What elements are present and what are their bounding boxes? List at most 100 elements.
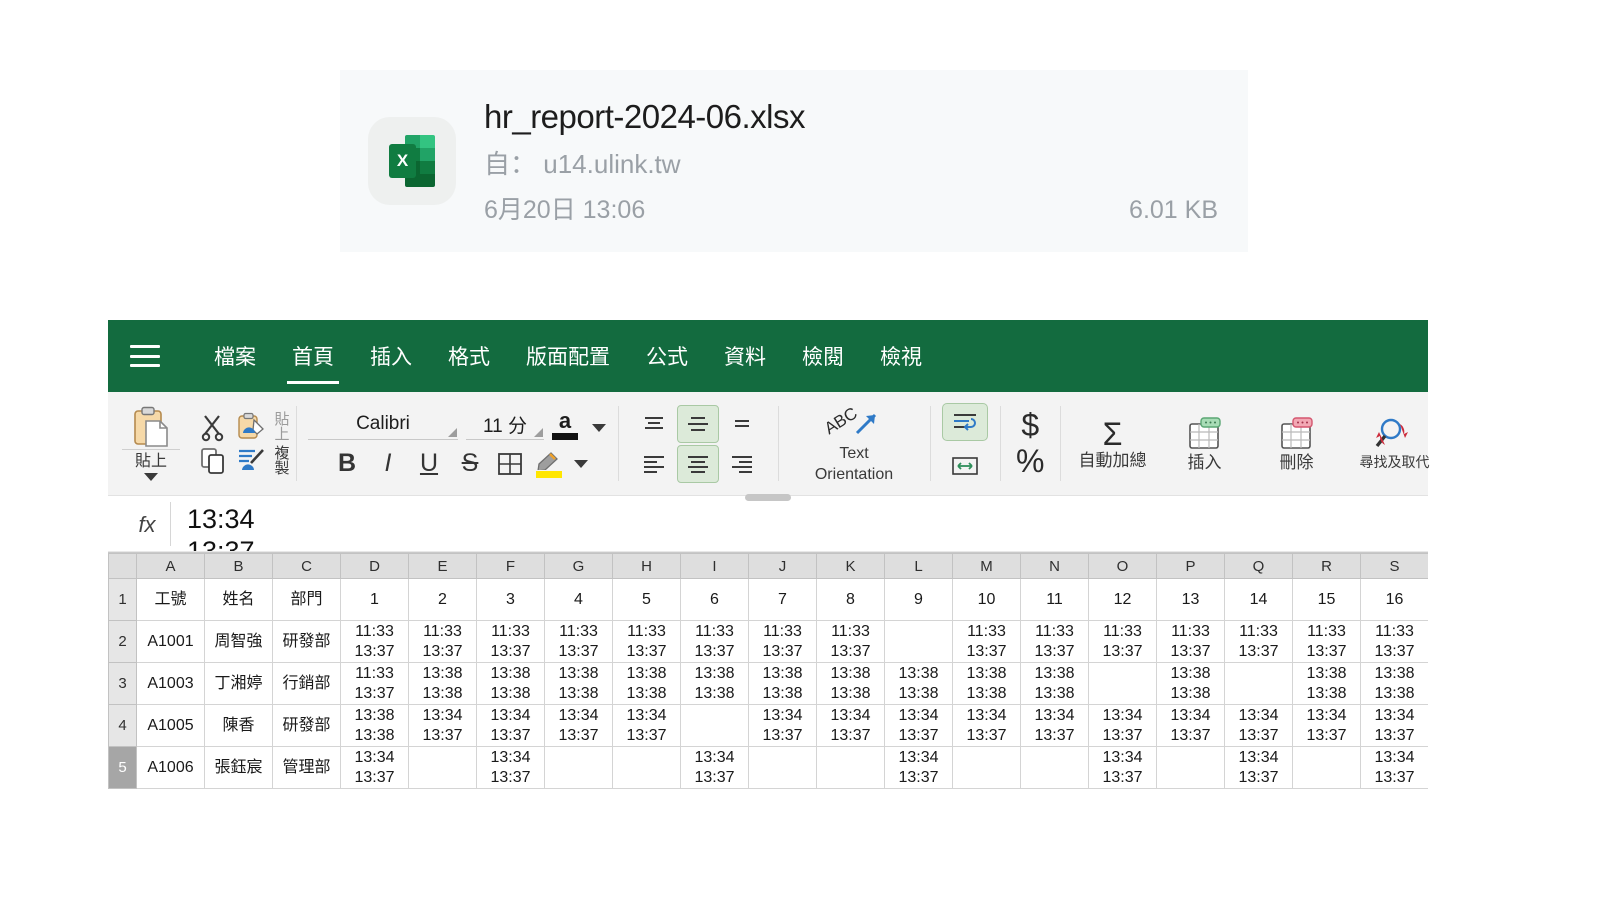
cell-G2[interactable]: 11:33 13:37 bbox=[544, 620, 613, 663]
row-header-4[interactable]: 4 bbox=[108, 704, 137, 747]
cell-C5[interactable]: 管理部 bbox=[272, 746, 341, 789]
format-painter-button[interactable]: 複製 bbox=[236, 446, 290, 476]
column-header-n[interactable]: N bbox=[1020, 553, 1089, 579]
cell-O5[interactable]: 13:34 13:37 bbox=[1088, 746, 1157, 789]
cell-C3[interactable]: 行銷部 bbox=[272, 662, 341, 705]
cell-A1[interactable]: 工號 bbox=[136, 578, 205, 621]
align-left-icon[interactable] bbox=[633, 445, 675, 483]
menu-item-view[interactable]: 檢視 bbox=[862, 320, 940, 392]
menu-icon[interactable] bbox=[130, 345, 160, 367]
cell-E5[interactable] bbox=[408, 746, 477, 789]
cell-N4[interactable]: 13:34 13:37 bbox=[1020, 704, 1089, 747]
cell-S3[interactable]: 13:38 13:38 bbox=[1360, 662, 1428, 705]
underline-button[interactable]: U bbox=[414, 451, 444, 476]
cell-A5[interactable]: A1006 bbox=[136, 746, 205, 789]
column-header-c[interactable]: C bbox=[272, 553, 341, 579]
column-header-q[interactable]: Q bbox=[1224, 553, 1293, 579]
cell-B5[interactable]: 張鈺宸 bbox=[204, 746, 273, 789]
cell-A4[interactable]: A1005 bbox=[136, 704, 205, 747]
row-header-5[interactable]: 5 bbox=[108, 746, 137, 789]
cell-I4[interactable] bbox=[680, 704, 749, 747]
cell-I3[interactable]: 13:38 13:38 bbox=[680, 662, 749, 705]
text-orientation-button[interactable]: ABC Text Orientation bbox=[794, 401, 914, 486]
cell-Q5[interactable]: 13:34 13:37 bbox=[1224, 746, 1293, 789]
cell-P3[interactable]: 13:38 13:38 bbox=[1156, 662, 1225, 705]
cell-M2[interactable]: 11:33 13:37 bbox=[952, 620, 1021, 663]
fx-icon[interactable]: fx bbox=[126, 502, 168, 538]
align-bottom-icon[interactable] bbox=[721, 405, 763, 443]
cell-D1[interactable]: 1 bbox=[340, 578, 409, 621]
column-header-e[interactable]: E bbox=[408, 553, 477, 579]
currency-format-button[interactable]: $ bbox=[1021, 408, 1039, 443]
cell-S1[interactable]: 16 bbox=[1360, 578, 1428, 621]
highlight-chevron-down-icon[interactable] bbox=[574, 459, 588, 468]
column-header-o[interactable]: O bbox=[1088, 553, 1157, 579]
cell-K2[interactable]: 11:33 13:37 bbox=[816, 620, 885, 663]
cell-J5[interactable] bbox=[748, 746, 817, 789]
cell-K4[interactable]: 13:34 13:37 bbox=[816, 704, 885, 747]
file-share-card[interactable]: X hr_report-2024-06.xlsx 自： u14.ulink.tw… bbox=[340, 70, 1248, 252]
cell-F2[interactable]: 11:33 13:37 bbox=[476, 620, 545, 663]
menu-item-format[interactable]: 格式 bbox=[430, 320, 508, 392]
cell-L1[interactable]: 9 bbox=[884, 578, 953, 621]
cell-R1[interactable]: 15 bbox=[1292, 578, 1361, 621]
menu-item-review[interactable]: 檢閱 bbox=[784, 320, 862, 392]
cell-P1[interactable]: 13 bbox=[1156, 578, 1225, 621]
cell-B1[interactable]: 姓名 bbox=[204, 578, 273, 621]
column-header-r[interactable]: R bbox=[1292, 553, 1361, 579]
find-replace-button[interactable]: 尋找及取代 bbox=[1342, 415, 1446, 472]
spreadsheet-grid[interactable]: ABCDEFGHIJKLMNOPQRS 1 工號 姓名 部門 1 2 3 4 5 6 7 8 9 10 11… bbox=[108, 552, 1428, 796]
cell-M3[interactable]: 13:38 13:38 bbox=[952, 662, 1021, 705]
cell-D3[interactable]: 11:33 13:37 bbox=[340, 662, 409, 705]
italic-button[interactable]: I bbox=[373, 451, 403, 476]
cell-R4[interactable]: 13:34 13:37 bbox=[1292, 704, 1361, 747]
cell-J2[interactable]: 11:33 13:37 bbox=[748, 620, 817, 663]
cell-C4[interactable]: 研發部 bbox=[272, 704, 341, 747]
cell-H3[interactable]: 13:38 13:38 bbox=[612, 662, 681, 705]
cell-E4[interactable]: 13:34 13:37 bbox=[408, 704, 477, 747]
cell-N3[interactable]: 13:38 13:38 bbox=[1020, 662, 1089, 705]
autosum-button[interactable]: Σ 自動加總 bbox=[1066, 416, 1158, 472]
font-color-chevron-down-icon[interactable] bbox=[592, 423, 606, 432]
column-header-m[interactable]: M bbox=[952, 553, 1021, 579]
cell-I5[interactable]: 13:34 13:37 bbox=[680, 746, 749, 789]
font-family-select[interactable]: Calibri bbox=[308, 410, 458, 440]
cell-K5[interactable] bbox=[816, 746, 885, 789]
column-header-b[interactable]: B bbox=[204, 553, 273, 579]
cell-P2[interactable]: 11:33 13:37 bbox=[1156, 620, 1225, 663]
menu-item-data[interactable]: 資料 bbox=[706, 320, 784, 392]
cell-H4[interactable]: 13:34 13:37 bbox=[612, 704, 681, 747]
menu-item-page-layout[interactable]: 版面配置 bbox=[508, 320, 628, 392]
cell-J1[interactable]: 7 bbox=[748, 578, 817, 621]
cell-M5[interactable] bbox=[952, 746, 1021, 789]
chevron-down-icon[interactable] bbox=[144, 473, 158, 482]
cell-Q4[interactable]: 13:34 13:37 bbox=[1224, 704, 1293, 747]
table-row[interactable]: 1 工號 姓名 部門 1 2 3 4 5 6 7 8 9 10 11 12 13 14 15 16 bbox=[108, 578, 1428, 621]
cell-O1[interactable]: 12 bbox=[1088, 578, 1157, 621]
cell-E3[interactable]: 13:38 13:38 bbox=[408, 662, 477, 705]
cell-F1[interactable]: 3 bbox=[476, 578, 545, 621]
formula-bar[interactable]: fx 13:34 13:37 bbox=[108, 496, 1428, 552]
delete-cells-button[interactable]: 刪除 bbox=[1250, 414, 1342, 474]
table-row[interactable]: 2 A1001 周智強 研發部 11:33 13:37 11:33 13:37 11:33 13:… bbox=[108, 620, 1428, 663]
row-header-1[interactable]: 1 bbox=[108, 578, 137, 621]
merge-cells-icon[interactable] bbox=[942, 447, 988, 485]
column-header-i[interactable]: I bbox=[680, 553, 749, 579]
cell-F4[interactable]: 13:34 13:37 bbox=[476, 704, 545, 747]
cell-L4[interactable]: 13:34 13:37 bbox=[884, 704, 953, 747]
column-header-l[interactable]: L bbox=[884, 553, 953, 579]
cell-H2[interactable]: 11:33 13:37 bbox=[612, 620, 681, 663]
cell-D4[interactable]: 13:38 13:38 bbox=[340, 704, 409, 747]
cell-R5[interactable] bbox=[1292, 746, 1361, 789]
cell-G1[interactable]: 4 bbox=[544, 578, 613, 621]
ribbon-resize-handle[interactable] bbox=[745, 494, 791, 501]
cell-A3[interactable]: A1003 bbox=[136, 662, 205, 705]
cell-G3[interactable]: 13:38 13:38 bbox=[544, 662, 613, 705]
bold-button[interactable]: B bbox=[332, 451, 362, 476]
row-header-3[interactable]: 3 bbox=[108, 662, 137, 705]
table-row[interactable]: 5 A1006 張鈺宸 管理部 13:34 13:37 13:34 13:37 13:34 13:… bbox=[108, 746, 1428, 789]
cell-D5[interactable]: 13:34 13:37 bbox=[340, 746, 409, 789]
cell-M4[interactable]: 13:34 13:37 bbox=[952, 704, 1021, 747]
select-all-corner[interactable] bbox=[108, 553, 137, 579]
cell-G5[interactable] bbox=[544, 746, 613, 789]
